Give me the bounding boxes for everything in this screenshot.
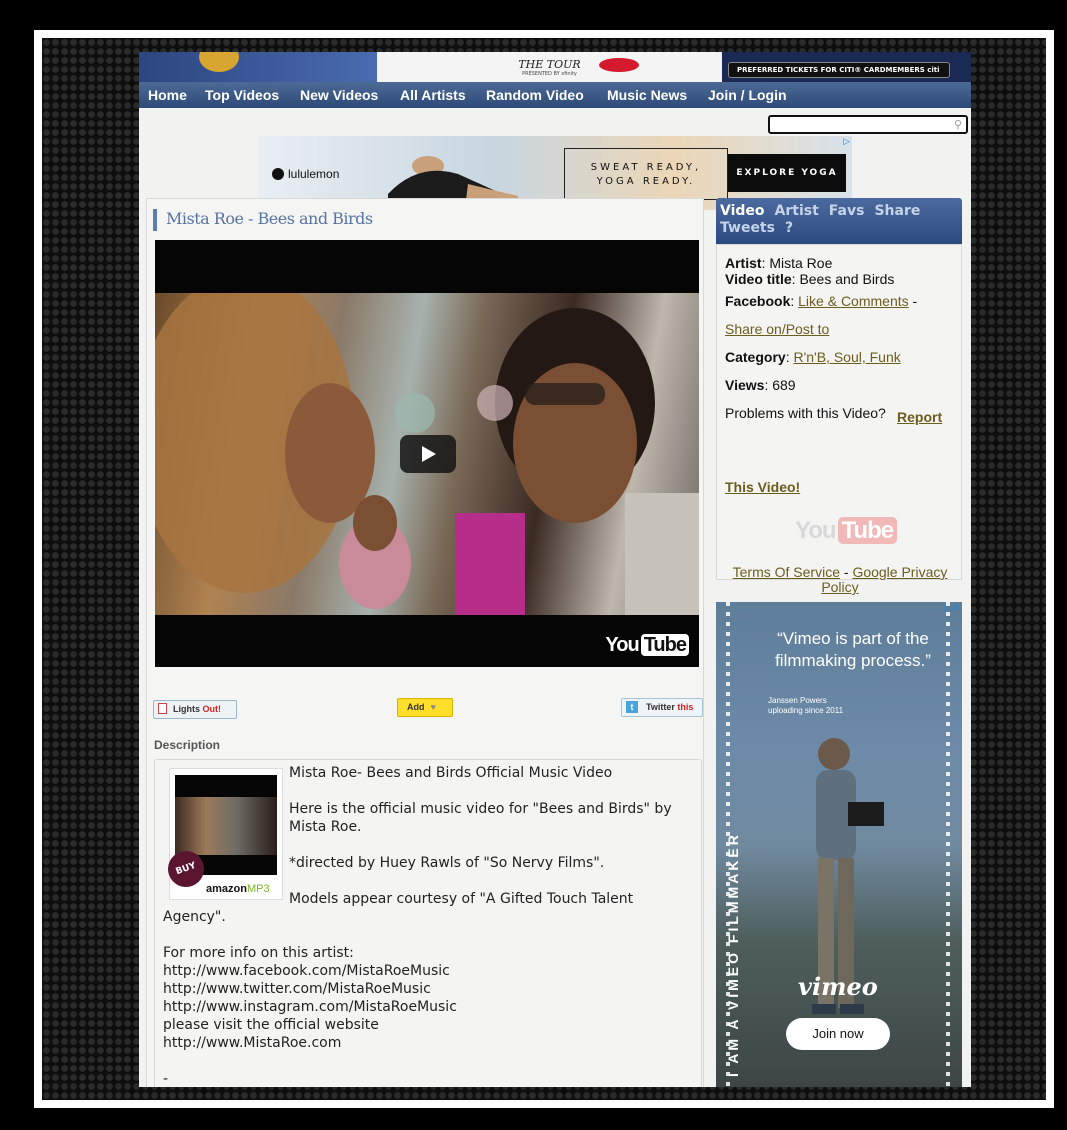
desc-line: - — [163, 1071, 169, 1087]
film-strip-right — [946, 602, 950, 1087]
artist-value: Mista Roe — [769, 255, 833, 271]
desc-link[interactable]: http://www.MistaRoe.com — [163, 1034, 693, 1052]
join-now-button[interactable]: Join now — [786, 1018, 890, 1050]
video-player[interactable]: You Tube — [155, 240, 699, 667]
vimeo-author-name: Janssen Powers — [768, 696, 827, 705]
nav-new-videos[interactable]: New Videos — [300, 82, 378, 108]
main-nav: Home Top Videos New Videos All Artists R… — [139, 82, 971, 108]
facebook-like-link[interactable]: Like & Comments — [798, 293, 908, 309]
nav-music-news[interactable]: Music News — [607, 82, 687, 108]
lights-out-button[interactable]: Lights Out! — [153, 700, 237, 719]
twitter-this-button[interactable]: t Twitter this — [621, 698, 703, 717]
add-label: Add — [407, 702, 425, 712]
tab-help[interactable]: ? — [785, 220, 793, 236]
desc-link[interactable]: http://www.twitter.com/MistaRoeMusic — [163, 980, 693, 998]
banner-citi: PREFERRED TICKETS FOR CITI® CARDMEMBERS … — [722, 52, 971, 82]
youtube-player-logo[interactable]: You Tube — [605, 634, 689, 657]
yt-you-side: You — [795, 517, 837, 544]
tab-artist[interactable]: Artist — [775, 203, 819, 219]
sidebar-info-box: Artist: Mista Roe Video title: Bees and … — [716, 244, 962, 595]
desc-link[interactable]: http://www.instagram.com/MistaRoeMusic — [163, 998, 693, 1016]
sidebar-tabs: Video Artist Favs Share Tweets? — [716, 198, 962, 244]
banner-tour-text: THE TOUR — [518, 58, 581, 71]
twitter-label: Twitter — [646, 702, 675, 712]
desc-line: please visit the official website — [163, 1017, 379, 1033]
adchoices-icon[interactable]: ▷ — [843, 137, 850, 147]
terms-of-service-link[interactable]: Terms Of Service — [733, 564, 840, 580]
description-text: Mista Roe- Bees and Birds Official Music… — [163, 764, 693, 1087]
views-value: 689 — [772, 377, 796, 393]
banner-left-art — [139, 52, 377, 82]
desc-line: For more info on this artist: — [163, 945, 354, 961]
tab-favs[interactable]: Favs — [829, 203, 865, 219]
explore-yoga-button[interactable]: EXPLORE YOGA — [728, 154, 846, 192]
banner-presented-by: PRESENTED BY xfinity — [522, 71, 577, 77]
youtube-logo: You Tube — [795, 517, 898, 545]
lululemon-logo-icon — [272, 168, 284, 180]
lululemon-brand: lululemon — [272, 167, 339, 181]
artist-label: Artist — [725, 255, 762, 271]
nav-top-videos[interactable]: Top Videos — [205, 82, 279, 108]
vimeo-author: Janssen Powers uploading since 2011 — [768, 696, 843, 716]
ad-slogan-line2: YOGA READY. — [596, 176, 696, 187]
description-heading: Description — [154, 738, 221, 752]
lights-out-label: Out! — [202, 704, 222, 714]
vimeo-quote: “Vimeo is part of the filmmaking process… — [775, 629, 931, 670]
desc-link[interactable]: http://www.facebook.com/MistaRoeMusic — [163, 962, 693, 980]
category-link[interactable]: R'n'B, Soul, Funk — [793, 349, 900, 365]
lips-graphic — [599, 58, 639, 72]
nav-random-video[interactable]: Random Video — [486, 82, 584, 108]
bulb-icon — [158, 703, 167, 714]
search-input[interactable] — [774, 122, 944, 136]
report-link-part[interactable]: Report — [897, 409, 942, 425]
nav-home[interactable]: Home — [148, 82, 187, 108]
google-privacy-link[interactable]: Google Privacy Policy — [821, 564, 947, 595]
yt-you: You — [605, 634, 639, 656]
heart-icon: ♥ — [430, 702, 436, 712]
share-link[interactable]: Share on/Post to — [725, 321, 829, 337]
category-label: Category — [725, 349, 786, 365]
nav-all-artists[interactable]: All Artists — [400, 82, 466, 108]
vimeo-author-sub: uploading since 2011 — [768, 706, 844, 715]
vimeo-ad[interactable]: “Vimeo is part of the filmmaking process… — [716, 602, 962, 1087]
play-button[interactable] — [400, 435, 456, 473]
policy-links: Terms Of Service - Google Privacy Policy — [732, 564, 948, 595]
title-label: Video title — [725, 271, 792, 287]
problems-text: Problems with this Video? — [725, 405, 886, 421]
tab-tweets[interactable]: Tweets — [720, 220, 775, 236]
twitter-this-label: this — [677, 702, 694, 712]
search-box: ⚲ — [768, 115, 968, 136]
yoga-figure-icon — [388, 156, 518, 200]
video-info: Artist: Mista Roe Video title: Bees and … — [725, 255, 943, 425]
vimeo-vertical-text: I AM A VIMEO FILMMAKER — [725, 832, 741, 1077]
title-value: Bees and Birds — [799, 271, 895, 287]
report-video-link[interactable]: This Video! — [725, 479, 800, 495]
tab-share[interactable]: Share — [874, 203, 920, 219]
top-banner-ad[interactable]: THE TOUR PRESENTED BY xfinity PREFERRED … — [139, 52, 971, 82]
search-icon[interactable]: ⚲ — [954, 118, 962, 131]
twitter-icon: t — [626, 701, 638, 713]
citi-pill[interactable]: PREFERRED TICKETS FOR CITI® CARDMEMBERS … — [728, 62, 950, 78]
ad-slogan-line1: SWEAT READY, — [590, 162, 702, 173]
yt-tube: Tube — [640, 634, 689, 656]
lights-label: Lights — [173, 704, 200, 714]
eye-graphic — [199, 52, 239, 72]
nav-join-login[interactable]: Join / Login — [708, 82, 787, 108]
tab-video[interactable]: Video — [720, 203, 765, 219]
yt-tube-side: Tube — [837, 517, 898, 544]
vimeo-logo: vimeo — [798, 972, 878, 1001]
lululemon-brand-text: lululemon — [288, 167, 340, 181]
views-label: Views — [725, 377, 765, 393]
ad-slogan: SWEAT READY, YOGA READY. — [564, 148, 728, 200]
add-favorite-button[interactable]: Add ♥ — [397, 698, 453, 717]
web-page: THE TOUR PRESENTED BY xfinity PREFERRED … — [139, 52, 971, 1087]
description-box: BUY amazonMP3 Mista Roe- Bees and Birds … — [154, 759, 702, 1087]
facebook-label: Facebook — [725, 293, 791, 309]
video-title: Mista Roe - Bees and Birds — [153, 209, 373, 231]
adchoices-close-icon[interactable]: ▷✕ — [944, 603, 960, 614]
banner-tour: THE TOUR PRESENTED BY xfinity — [377, 52, 722, 82]
